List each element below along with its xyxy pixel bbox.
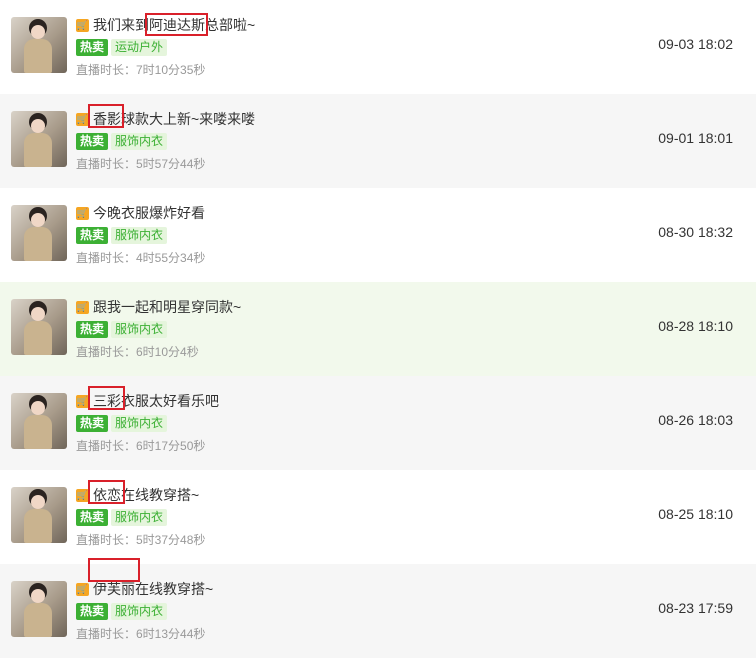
thumbnail[interactable] <box>11 299 67 355</box>
start-time: 09-03 18:02 <box>658 36 733 52</box>
live-duration: 直播时长：6时17分50秒 <box>76 439 206 453</box>
live-duration: 直播时长：7时10分35秒 <box>76 63 206 77</box>
item-title[interactable]: 跟我一起和明星穿同款~ <box>93 297 241 317</box>
start-time: 08-26 18:03 <box>658 412 733 428</box>
thumbnail[interactable] <box>11 581 67 637</box>
list-item[interactable]: 🛒 我们来到阿迪达斯总部啦~ 热卖 运动户外 直播时长：7时10分35秒 09-… <box>0 0 756 94</box>
thumbnail[interactable] <box>11 17 67 73</box>
category-badge: 服饰内衣 <box>111 414 168 432</box>
category-badge: 服饰内衣 <box>111 132 168 150</box>
start-time: 08-25 18:10 <box>658 506 733 522</box>
live-duration: 直播时长：5时37分48秒 <box>76 533 206 547</box>
highlight-box <box>88 558 140 582</box>
hot-badge: 热卖 <box>76 414 109 432</box>
category-badge: 服饰内衣 <box>111 602 168 620</box>
category-badge: 服饰内衣 <box>111 508 168 526</box>
start-time: 08-28 18:10 <box>658 318 733 334</box>
hot-badge: 热卖 <box>76 602 109 620</box>
thumbnail[interactable] <box>11 487 67 543</box>
live-duration: 直播时长：6时10分4秒 <box>76 345 199 359</box>
list-item[interactable]: 🛒 跟我一起和明星穿同款~ 热卖 服饰内衣 直播时长：6时10分4秒 08-28… <box>0 282 756 376</box>
hot-badge: 热卖 <box>76 132 109 150</box>
live-duration: 直播时长：5时57分44秒 <box>76 157 206 171</box>
highlight-box <box>145 13 208 36</box>
live-duration: 直播时长：4时55分34秒 <box>76 251 206 265</box>
thumbnail[interactable] <box>11 393 67 449</box>
list-item[interactable]: 🛒 三彩衣服太好看乐吧 热卖 服饰内衣 直播时长：6时17分50秒 08-26 … <box>0 376 756 470</box>
list-item[interactable]: 🛒 伊芙丽在线教穿搭~ 热卖 服饰内衣 直播时长：6时13分44秒 08-23 … <box>0 558 756 658</box>
cart-icon: 🛒 <box>76 206 89 220</box>
highlight-box <box>88 480 125 504</box>
highlight-box <box>88 386 125 410</box>
item-title[interactable]: 伊芙丽在线教穿搭~ <box>93 579 213 599</box>
list-item[interactable]: 🛒 依恋在线教穿搭~ 热卖 服饰内衣 直播时长：5时37分48秒 08-25 1… <box>0 470 756 564</box>
start-time: 08-30 18:32 <box>658 224 733 240</box>
list-item[interactable]: 🛒 今晚衣服爆炸好看 热卖 服饰内衣 直播时长：4时55分34秒 08-30 1… <box>0 188 756 282</box>
hot-badge: 热卖 <box>76 226 109 244</box>
hot-badge: 热卖 <box>76 508 109 526</box>
hot-badge: 热卖 <box>76 320 109 338</box>
start-time: 08-23 17:59 <box>658 600 733 616</box>
thumbnail[interactable] <box>11 205 67 261</box>
highlight-box <box>88 104 124 128</box>
category-badge: 服饰内衣 <box>111 320 168 338</box>
category-badge: 服饰内衣 <box>111 226 168 244</box>
cart-icon: 🛒 <box>76 582 89 596</box>
live-session-list: 🛒 我们来到阿迪达斯总部啦~ 热卖 运动户外 直播时长：7时10分35秒 09-… <box>0 0 756 658</box>
cart-icon: 🛒 <box>76 18 89 32</box>
cart-icon: 🛒 <box>76 300 89 314</box>
start-time: 09-01 18:01 <box>658 130 733 146</box>
thumbnail[interactable] <box>11 111 67 167</box>
item-title[interactable]: 今晚衣服爆炸好看 <box>93 203 205 223</box>
category-badge: 运动户外 <box>111 38 168 56</box>
live-duration: 直播时长：6时13分44秒 <box>76 627 206 641</box>
hot-badge: 热卖 <box>76 38 109 56</box>
list-item[interactable]: 🛒 香影球款大上新~来喽来喽 热卖 服饰内衣 直播时长：5时57分44秒 09-… <box>0 94 756 188</box>
